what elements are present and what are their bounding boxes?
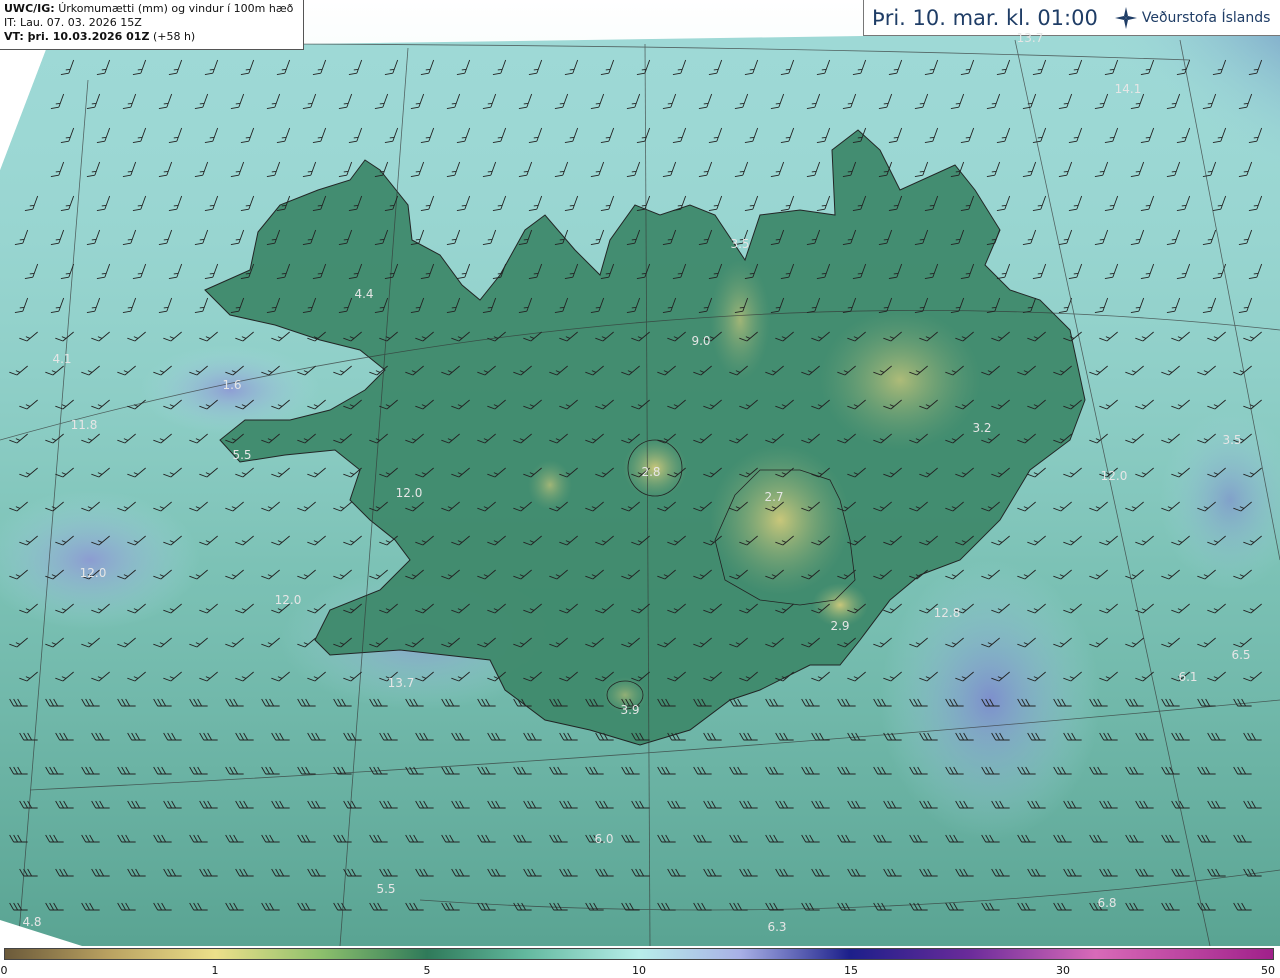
title-bar: Þri. 10. mar. kl. 01:00 Veðurstofa Íslan… bbox=[863, 0, 1280, 36]
precip-value-label: 1.6 bbox=[222, 378, 242, 392]
precipitation-wind-map bbox=[0, 0, 1280, 946]
precip-value-label: 12.0 bbox=[395, 486, 423, 500]
precip-value-label: 3.5 bbox=[730, 237, 750, 251]
precip-value-label: 6.3 bbox=[767, 920, 787, 934]
model-label: UWC/IG: bbox=[4, 2, 55, 15]
precip-value-label: 4.1 bbox=[52, 352, 72, 366]
colorbar-tick: 30 bbox=[1056, 964, 1070, 977]
imo-logo-icon bbox=[1114, 6, 1137, 29]
precip-value-label: 9.0 bbox=[691, 334, 711, 348]
precip-value-label: 14.1 bbox=[1114, 82, 1142, 96]
precip-value-label: 6.5 bbox=[1231, 648, 1251, 662]
precip-value-label: 12.0 bbox=[1100, 469, 1128, 483]
valid-time: VT: þri. 10.03.2026 01Z bbox=[4, 30, 150, 43]
precip-value-label: 6.1 bbox=[1178, 670, 1198, 684]
precip-value-label: 2.7 bbox=[764, 490, 784, 504]
colorbar-tick: 15 bbox=[844, 964, 858, 977]
precip-value-label: 5.5 bbox=[232, 448, 252, 462]
product-name: Úrkomumætti (mm) og vindur í 100m hæð bbox=[58, 2, 294, 15]
precip-value-label: 2.8 bbox=[641, 465, 661, 479]
precip-value-label: 4.8 bbox=[22, 915, 42, 929]
colorbar-tick: 1 bbox=[211, 964, 219, 977]
colorbar-tick: 5 bbox=[423, 964, 431, 977]
precip-value-label: 11.8 bbox=[70, 418, 98, 432]
colorbar-tick: 0 bbox=[0, 964, 8, 977]
forecast-map-view: UWC/IG: Úrkomumætti (mm) og vindur í 100… bbox=[0, 0, 1280, 978]
colorbar-tick: 10 bbox=[632, 964, 646, 977]
forecast-info-box: UWC/IG: Úrkomumætti (mm) og vindur í 100… bbox=[0, 0, 304, 50]
precip-value-label: 12.0 bbox=[79, 566, 107, 580]
precip-value-label: 13.7 bbox=[387, 676, 415, 690]
precip-value-label: 3.2 bbox=[972, 421, 992, 435]
precip-value-label: 13.7 bbox=[1016, 31, 1044, 45]
precip-value-label: 3.5 bbox=[1222, 433, 1242, 447]
precip-value-label: 12.0 bbox=[274, 593, 302, 607]
colorbar-tick: 50 bbox=[1261, 964, 1275, 977]
precip-value-label: 3.9 bbox=[620, 703, 640, 717]
precip-colorbar: 0 1 5 10 15 30 50 bbox=[0, 946, 1280, 978]
lead-time: (+58 h) bbox=[152, 30, 196, 43]
logo-text: Veðurstofa Íslands bbox=[1141, 9, 1271, 26]
precip-value-label: 12.8 bbox=[933, 606, 961, 620]
precip-value-label: 5.5 bbox=[376, 882, 396, 896]
precip-value-label: 4.4 bbox=[354, 287, 374, 301]
precip-value-label: 6.0 bbox=[594, 832, 614, 846]
precip-value-label: 6.8 bbox=[1097, 896, 1117, 910]
colorbar-strip bbox=[4, 948, 1274, 960]
init-time: IT: Lau. 07. 03. 2026 15Z bbox=[4, 16, 142, 29]
valid-time-title: Þri. 10. mar. kl. 01:00 bbox=[872, 5, 1098, 30]
precip-value-label: 2.9 bbox=[830, 619, 850, 633]
imo-logo: Veðurstofa Íslands bbox=[1114, 6, 1271, 30]
